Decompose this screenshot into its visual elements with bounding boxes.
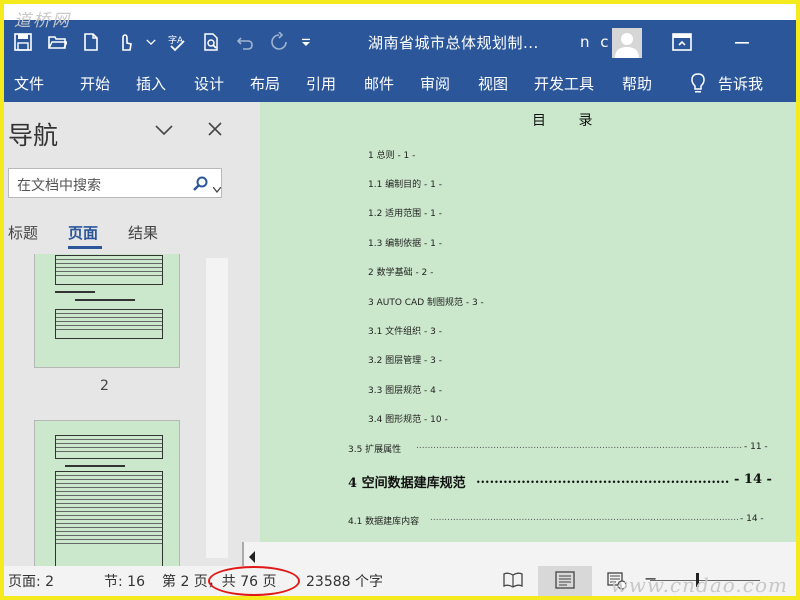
thumbnails-scrollbar[interactable] — [206, 258, 228, 558]
toc-leader-dots: ........................................… — [476, 472, 730, 487]
thumbnail-text-line — [75, 299, 135, 301]
redo-icon[interactable] — [264, 27, 294, 57]
save-icon[interactable] — [8, 27, 38, 57]
watermark-top: 道桥网 — [14, 11, 71, 31]
toc-chapter-page: - 14 - — [734, 472, 772, 487]
horizontal-scrollbar[interactable] — [242, 542, 796, 566]
print-layout-icon[interactable] — [554, 570, 576, 590]
dropdown-icon[interactable] — [144, 27, 158, 57]
nav-tab-pages[interactable]: 页面 — [68, 222, 98, 243]
toc-entry-page: - 14 - — [740, 514, 764, 524]
thumbnail-table — [55, 309, 163, 339]
scroll-left-icon[interactable] — [248, 548, 256, 563]
tab-view[interactable]: 视图 — [478, 73, 508, 94]
status-page[interactable]: 页面: 2 — [8, 571, 54, 591]
read-mode-icon[interactable] — [502, 570, 524, 590]
tab-review[interactable]: 审阅 — [420, 73, 450, 94]
toc-entry[interactable]: 3.3 图层规范 - 4 - — [368, 383, 442, 396]
user-name[interactable]: n c — [580, 33, 612, 51]
scrollbar-divider — [242, 542, 244, 566]
thumbnail-table — [55, 255, 163, 285]
page-thumbnails: 2 — [4, 254, 242, 566]
status-section[interactable]: 节: 16 — [104, 571, 145, 591]
toc-entry[interactable]: 1.3 编制依据 - 1 - — [368, 236, 442, 249]
tab-file[interactable]: 文件 — [14, 73, 44, 94]
toc-leader-dots: ........................................… — [416, 441, 742, 451]
search-placeholder: 在文档中搜索 — [17, 178, 101, 194]
page-thumbnail[interactable] — [34, 420, 180, 566]
toc-entry[interactable]: 3.4 图形规范 - 10 - — [368, 412, 448, 425]
close-icon[interactable] — [206, 120, 224, 138]
tab-mailings[interactable]: 邮件 — [364, 73, 394, 94]
toc-title: 目 录 — [532, 113, 607, 129]
page-thumbnail[interactable] — [34, 254, 180, 368]
active-tab-indicator — [68, 246, 102, 249]
thumbnail-table — [55, 471, 163, 566]
tell-me-search[interactable]: 告诉我 — [718, 73, 763, 94]
ribbon-tabs: 文件 开始 插入 设计 布局 引用 邮件 审阅 视图 开发工具 帮助 告诉我 — [4, 64, 796, 102]
toc-entry[interactable]: 1 总则 - 1 - — [368, 148, 415, 161]
avatar[interactable] — [612, 28, 642, 58]
title-bar: 字A 湖南省城市总体规划制... n c — [4, 20, 796, 64]
toc-entry-page: - 11 - — [744, 442, 768, 452]
ribbon-display-icon[interactable] — [670, 30, 694, 54]
thumbnail-text-line — [55, 291, 95, 293]
undo-icon[interactable] — [230, 27, 260, 57]
highlight-ellipse — [208, 566, 300, 596]
document-title: 湖南省城市总体规划制... — [368, 34, 539, 52]
search-icon[interactable] — [193, 176, 209, 192]
toc-leader-dots: ........................................… — [430, 513, 738, 523]
toc-entry-label[interactable]: 3.5 扩展属性 — [348, 442, 401, 455]
open-icon[interactable] — [42, 27, 72, 57]
watermark-bottom: www.cndao.com — [610, 573, 788, 597]
toc-chapter-label[interactable]: 4 空间数据建库规范 — [348, 472, 466, 491]
thumbnail-text-line — [65, 465, 125, 467]
toc-entry[interactable]: 1.1 编制目的 - 1 - — [368, 177, 442, 190]
page-number-label: 2 — [100, 378, 109, 394]
toc-entry[interactable]: 1.2 适用范围 - 1 - — [368, 206, 442, 219]
search-options-icon[interactable] — [212, 181, 222, 194]
tab-insert[interactable]: 插入 — [136, 73, 166, 94]
toc-entry-label[interactable]: 4.1 数据建库内容 — [348, 514, 419, 527]
minimize-icon[interactable] — [730, 30, 754, 54]
document-area: 目 录 1 总则 - 1 - 1.1 编制目的 - 1 - 1.2 适用范围 -… — [242, 102, 796, 566]
tab-layout[interactable]: 布局 — [250, 73, 280, 94]
toc-entry[interactable]: 3 AUTO CAD 制图规范 - 3 - — [368, 295, 484, 308]
nav-tab-results[interactable]: 结果 — [128, 222, 158, 243]
nav-tab-headings[interactable]: 标题 — [8, 222, 38, 243]
chevron-down-icon[interactable] — [154, 122, 174, 136]
customize-qat-icon[interactable] — [298, 27, 314, 57]
tab-design[interactable]: 设计 — [194, 73, 224, 94]
status-word-count[interactable]: 23588 个字 — [306, 571, 383, 591]
search-input[interactable]: 在文档中搜索 — [8, 168, 222, 198]
toc-entry[interactable]: 3.1 文件组织 - 3 - — [368, 324, 442, 337]
lightbulb-icon[interactable] — [688, 72, 708, 94]
new-document-icon[interactable] — [76, 27, 106, 57]
toc-entry[interactable]: 3.2 图层管理 - 3 - — [368, 353, 442, 366]
touch-mode-icon[interactable] — [110, 27, 140, 57]
toc-entry[interactable]: 2 数学基础 - 2 - — [368, 265, 433, 278]
navigation-title: 导航 — [8, 121, 59, 150]
document-page[interactable]: 目 录 1 总则 - 1 - 1.1 编制目的 - 1 - 1.2 适用范围 -… — [260, 102, 796, 542]
tab-home[interactable]: 开始 — [80, 73, 110, 94]
spelling-icon[interactable]: 字A — [162, 27, 192, 57]
tab-help[interactable]: 帮助 — [622, 73, 652, 94]
tab-developer[interactable]: 开发工具 — [534, 73, 594, 94]
thumbnail-table — [55, 435, 163, 459]
tab-references[interactable]: 引用 — [306, 73, 336, 94]
navigation-pane: 导航 在文档中搜索 标题 页面 结果 2 — [4, 102, 242, 566]
print-preview-icon[interactable] — [196, 27, 226, 57]
